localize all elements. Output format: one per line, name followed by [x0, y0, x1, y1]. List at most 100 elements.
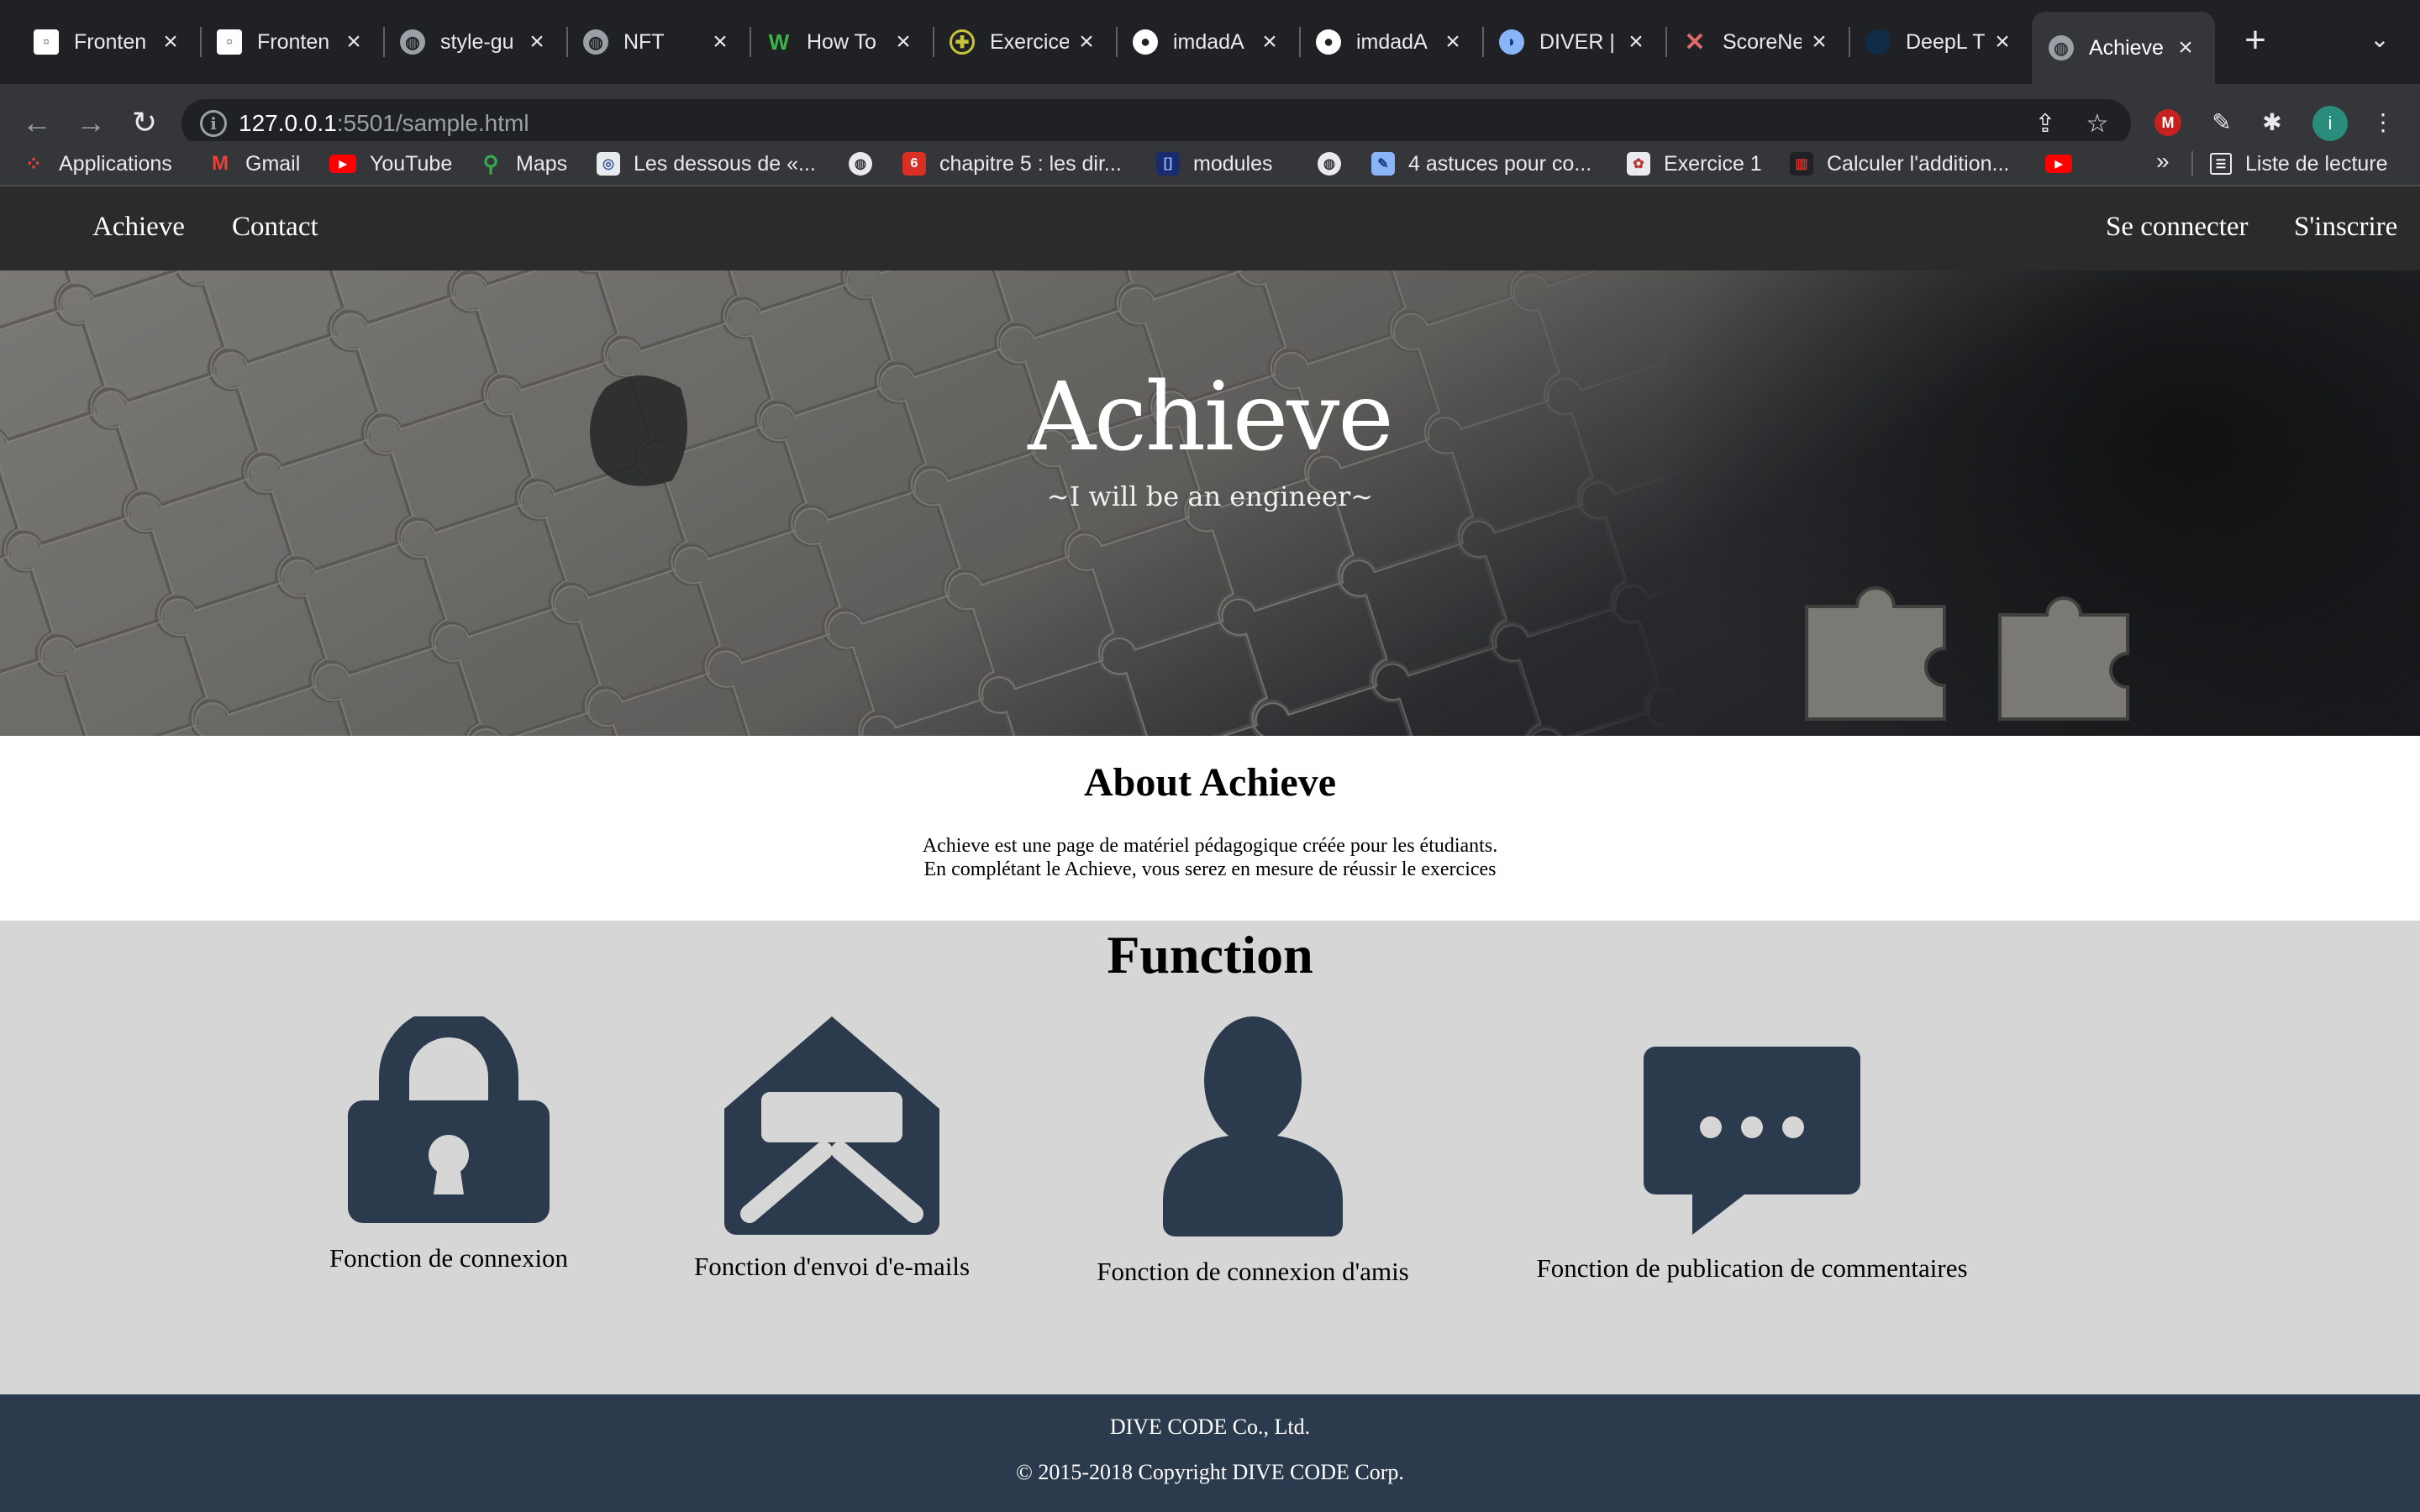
tab-7[interactable]: ● imdadA × [1116, 15, 1301, 69]
tab-6[interactable]: ✚ Exercice × [933, 15, 1118, 69]
tab-2[interactable]: ▫ Fronten × [200, 15, 385, 69]
bookmark-les-dessous[interactable]: ◎ Les dessous de «... [597, 150, 816, 178]
back-arrow-icon[interactable]: ← [15, 101, 59, 144]
nav-login-link[interactable]: Se connecter [2106, 212, 2249, 243]
tab-title: Fronten [257, 29, 330, 54]
hero-title: Achieve [1028, 363, 1393, 472]
close-icon[interactable]: × [1990, 28, 2015, 56]
share-icon[interactable]: ⇪ [2030, 109, 2060, 139]
globe-icon: ✚ [950, 29, 975, 55]
bookmark-label: Maps [516, 151, 568, 176]
comment-icon [1644, 1047, 1860, 1235]
bookmark-label: Les dessous de «... [634, 151, 816, 176]
function-heading: Function [1107, 925, 1313, 984]
star-bookmark-icon[interactable]: ☆ [2082, 109, 2112, 139]
about-heading: About Achieve [1084, 760, 1336, 805]
globe-icon: ◍ [2049, 35, 2074, 60]
tab-title: How To [807, 29, 876, 54]
tab-title: imdadA [1356, 29, 1428, 54]
close-icon[interactable]: × [341, 28, 366, 56]
site-icon: ✿ [1627, 152, 1650, 176]
bookmark-globe[interactable]: ◍ [849, 150, 886, 178]
bookmark-label: Applications [59, 151, 172, 176]
tab-9[interactable]: ◗ DIVER | × [1482, 15, 1667, 69]
profile-avatar[interactable]: i [2312, 106, 2348, 141]
tab-title: NFT [623, 29, 665, 54]
bookmark-gmail[interactable]: M Gmail [208, 150, 300, 178]
puzzle-extensions-icon[interactable]: ✱ [2254, 104, 2291, 141]
feature-label: Fonction de connexion [329, 1243, 569, 1273]
bookmark-chapitre-5[interactable]: 6 chapitre 5 : les dir... [902, 150, 1122, 178]
bookmark-globe-2[interactable]: ◍ [1318, 150, 1355, 178]
close-icon[interactable]: × [2173, 34, 2198, 62]
globe-icon: ◍ [849, 152, 872, 176]
site-icon: ▥ [1790, 152, 1813, 176]
feature-friends: Fonction de connexion d'amis [1097, 1016, 1409, 1286]
bookmark-label: YouTube [370, 151, 453, 176]
url-host: 127.0.0.1 [239, 110, 337, 136]
tab-title: Achieve [2089, 35, 2164, 60]
apps-grid-icon: ⁘ [24, 152, 43, 176]
bookmark-applications[interactable]: ⁘ Applications [22, 150, 172, 178]
reading-list-label: Liste de lecture [2245, 151, 2388, 176]
bookmark-label: Gmail [245, 151, 301, 176]
close-icon[interactable]: × [891, 28, 916, 56]
site-icon: ✎ [1371, 152, 1395, 176]
maps-pin-icon: ⚲ [482, 150, 499, 176]
nav-signup-link[interactable]: S'inscrire [2294, 212, 2397, 243]
nav-brand-link[interactable]: Achieve [92, 212, 185, 243]
kebab-menu-icon[interactable]: ⋮ [2365, 104, 2402, 141]
youtube-icon: ▶ [2045, 155, 2072, 173]
close-icon[interactable]: × [158, 28, 183, 56]
reload-icon[interactable]: ↻ [123, 101, 166, 144]
tab-3[interactable]: ◍ style-gu × [383, 15, 568, 69]
user-icon [1163, 1016, 1343, 1236]
tab-10[interactable]: ✕ ScoreNe × [1665, 15, 1850, 69]
bookmark-maps[interactable]: ⚲ Maps [479, 150, 567, 178]
reading-list-button[interactable]: ☰ Liste de lecture [2210, 150, 2388, 178]
tab-title: DIVER | [1539, 29, 1615, 54]
site-info-icon[interactable]: i [200, 110, 227, 137]
close-icon[interactable]: × [1074, 28, 1099, 56]
forward-arrow-icon[interactable]: → [69, 101, 113, 144]
close-icon[interactable]: × [1807, 28, 1832, 56]
nav-contact-link[interactable]: Contact [232, 212, 318, 243]
close-icon[interactable]: × [1257, 28, 1282, 56]
site-icon: ◎ [597, 152, 620, 176]
globe-icon: ◍ [400, 29, 425, 55]
footer-copyright: © 2015-2018 Copyright DIVE CODE Corp. [1016, 1460, 1404, 1484]
hero-banner: Achieve ~I will be an engineer~ [0, 270, 2420, 736]
bookmark-youtube-2[interactable]: ▶ [2045, 150, 2086, 178]
tab-1[interactable]: ▫ Fronten × [17, 15, 202, 69]
feature-login: Fonction de connexion [329, 1016, 568, 1273]
tab-11[interactable]: ● DeepL T × [1849, 15, 2032, 69]
tab-5[interactable]: W How To × [750, 15, 934, 69]
tab-8[interactable]: ● imdadA × [1299, 15, 1484, 69]
bookmark-4-astuces[interactable]: ✎ 4 astuces pour co... [1371, 150, 1591, 178]
tab-active-achieve[interactable]: ◍ Achieve × [2032, 12, 2215, 84]
tab-4[interactable]: ◍ NFT × [566, 15, 751, 69]
bookmarks-divider [2191, 151, 2193, 176]
close-icon[interactable]: × [1623, 28, 1649, 56]
pen-extension-icon[interactable]: ✎ [2203, 104, 2240, 141]
tab-title: imdadA [1173, 29, 1244, 54]
more-bookmarks-chevron[interactable]: » [2156, 148, 2170, 175]
reading-list-icon: ☰ [2210, 153, 2232, 175]
x-logo-icon: ✕ [1684, 28, 1706, 56]
bookmark-label: modules [1193, 151, 1273, 176]
url-text[interactable]: 127.0.0.1:5501/sample.html [239, 110, 529, 137]
document-icon: ▫ [217, 29, 242, 55]
bookmark-label: chapitre 5 : les dir... [939, 151, 1122, 176]
bookmark-modules[interactable]: [] modules [1156, 150, 1273, 178]
tab-search-chevron-icon[interactable]: ⌄ [2363, 25, 2396, 59]
close-icon[interactable]: × [524, 28, 550, 56]
bookmark-calculer[interactable]: ▥ Calculer l'addition... [1790, 150, 2009, 178]
w-logo-icon: W [768, 29, 790, 55]
close-icon[interactable]: × [1440, 28, 1465, 56]
tab-title: DeepL T [1906, 29, 1985, 54]
bookmark-exercice-1[interactable]: ✿ Exercice 1 [1627, 150, 1762, 178]
new-tab-plus-icon[interactable]: + [2235, 22, 2275, 62]
bookmark-youtube[interactable]: ▶ YouTube [329, 150, 452, 178]
close-icon[interactable]: × [708, 28, 733, 56]
mega-extension-icon[interactable]: M [2154, 109, 2181, 136]
